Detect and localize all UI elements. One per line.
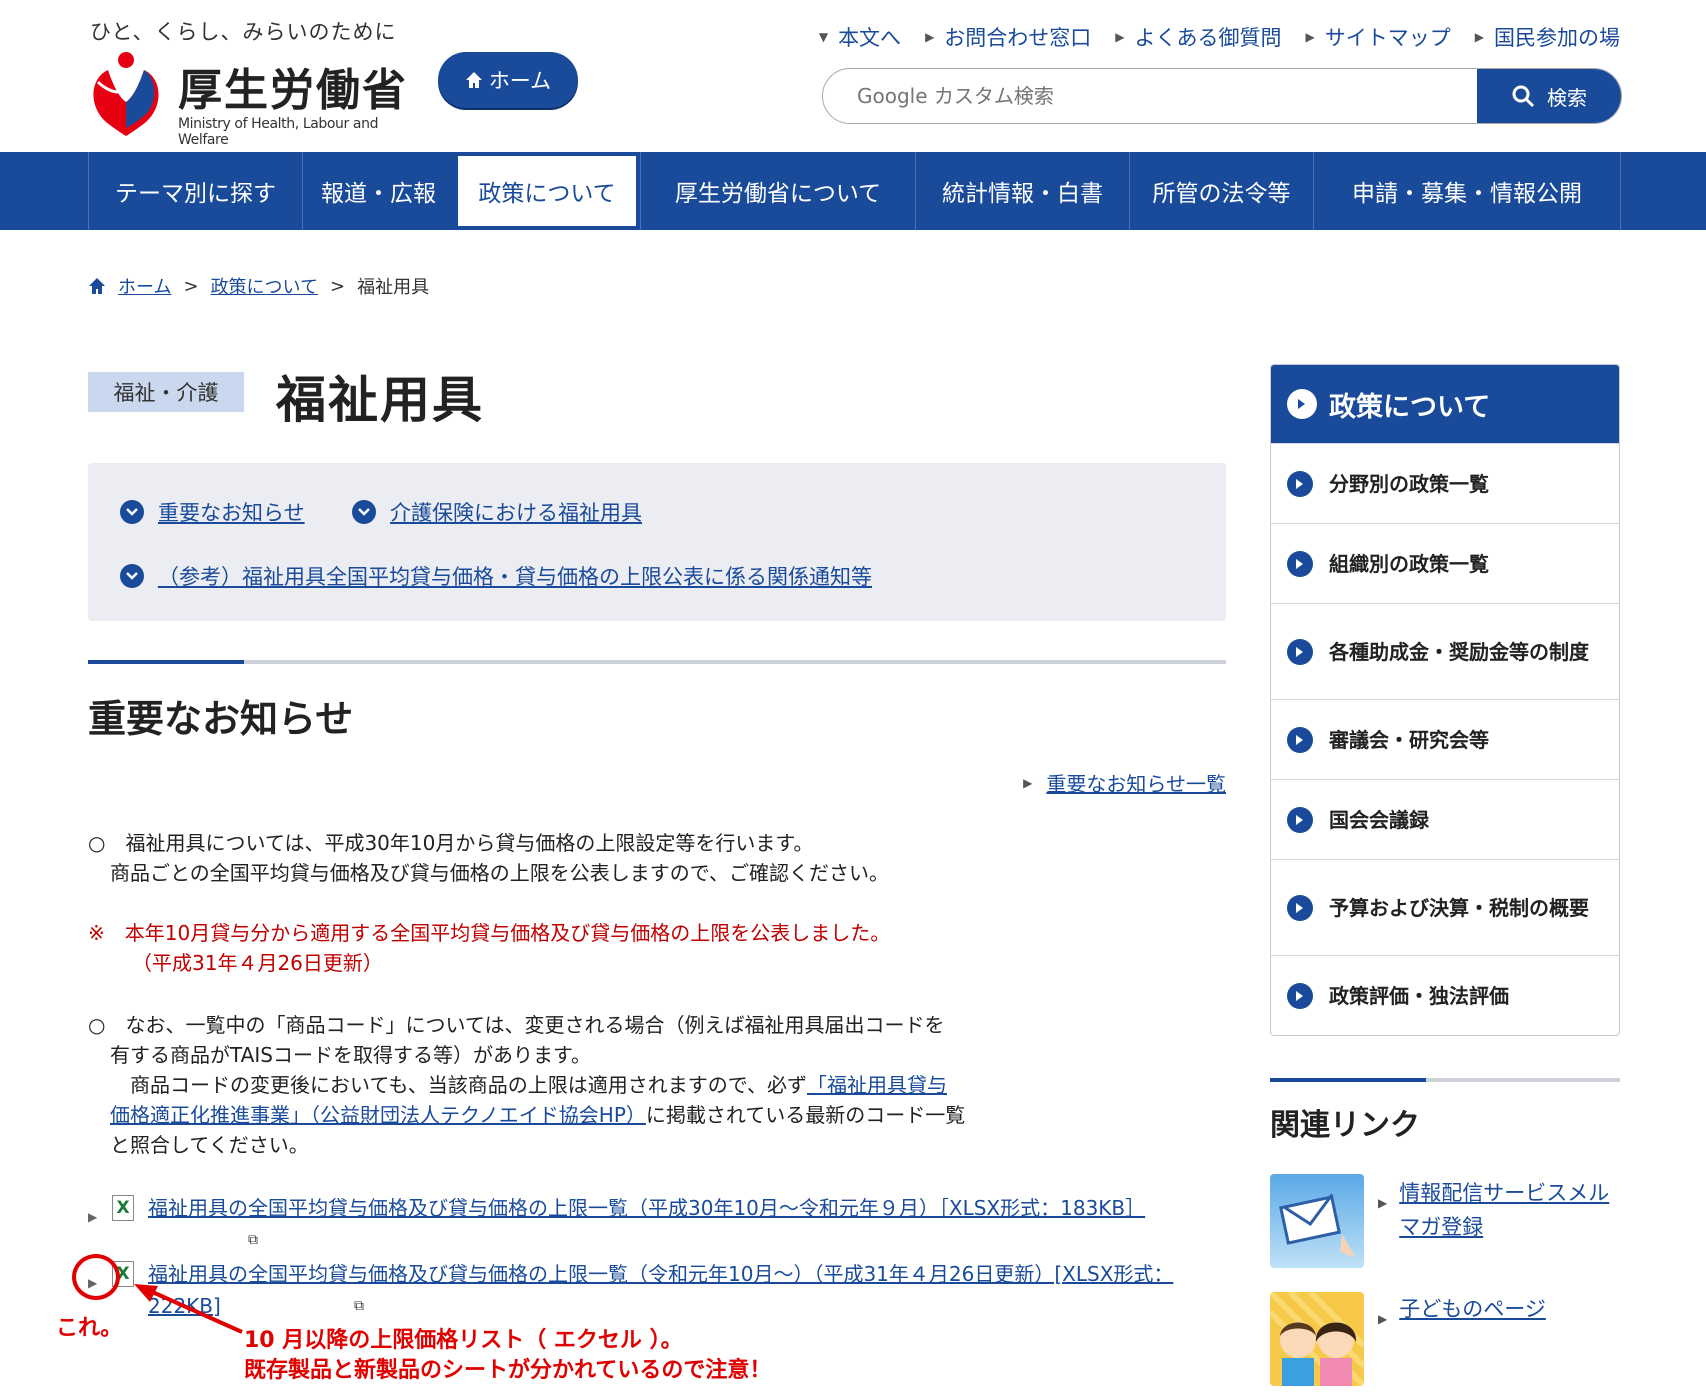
external-window-icon: ⧉ <box>248 1232 258 1248</box>
triangle-right-icon: ▶ <box>1023 775 1033 790</box>
annotation-note-1: 10 月以降の上限価格リスト（ エクセル ）。 <box>244 1328 683 1353</box>
search-input[interactable] <box>823 69 1479 123</box>
nav-item-about[interactable]: 厚生労働省について <box>640 152 915 230</box>
chevron-down-icon <box>120 500 144 524</box>
triangle-right-icon: ▶ <box>1378 1196 1388 1210</box>
chevron-right-icon <box>1287 982 1313 1009</box>
file-link-xlsx-r1[interactable]: ▶ X 福祉用具の全国平均貸与価格及び貸与価格の上限一覧（令和元年10月～）（平… <box>88 1258 1228 1322</box>
annotation-circle <box>72 1254 120 1300</box>
global-nav: テーマ別に探す 報道・広報 政策について 厚生労働省について 統計情報・白書 所… <box>0 152 1706 230</box>
chevron-right-icon <box>1287 470 1313 497</box>
sidebar-policy-menu: 政策について 分野別の政策一覧 組織別の政策一覧 各種助成金・奨励金等の制度 審… <box>1270 364 1620 1036</box>
sidebar-item-budget[interactable]: 予算および決算・税制の概要 <box>1271 859 1619 955</box>
chevron-down-icon <box>120 564 144 588</box>
notice-paragraph-1: ○ 福祉用具については、平成30年10月から貸与価格の上限設定等を行います。 商… <box>88 831 889 885</box>
chevron-down-icon <box>352 500 376 524</box>
technoaid-link[interactable]: 「福祉用具貸与 <box>807 1073 947 1097</box>
notice-list-link[interactable]: ▶ 重要なお知らせ一覧 <box>1023 768 1226 797</box>
home-icon <box>89 278 105 294</box>
nav-item-statistics[interactable]: 統計情報・白書 <box>915 152 1129 230</box>
breadcrumb-home[interactable]: ホーム <box>118 273 171 299</box>
page-title: 福祉用具 <box>276 371 484 429</box>
technoaid-link-cont[interactable]: 価格適正化推進事業」（公益財団法人テクノエイド協会HP） <box>110 1103 646 1127</box>
chevron-right-icon <box>1287 638 1313 665</box>
triangle-right-icon: ▶ <box>1378 1312 1388 1326</box>
logo-text: 厚生労働省 <box>178 65 408 116</box>
breadcrumb-policy[interactable]: 政策について <box>211 273 318 299</box>
related-link-mail-magazine[interactable]: ▶ 情報配信サービスメルマガ登録 <box>1378 1176 1609 1244</box>
ministry-logo-icon <box>93 52 159 136</box>
home-button[interactable]: ホーム <box>438 52 578 108</box>
site-logo[interactable]: 厚生労働省 Ministry of Health, Labour and Wel… <box>86 48 416 148</box>
section-divider <box>88 660 1226 664</box>
triangle-right-icon: ▶ <box>88 1210 98 1224</box>
file-link-xlsx-h30[interactable]: ▶ X 福祉用具の全国平均貸与価格及び貸与価格の上限一覧（平成30年10月～令和… <box>88 1192 1228 1248</box>
sidebar-item-field-policies[interactable]: 分野別の政策一覧 <box>1271 443 1619 523</box>
update-notice: ※ 本年10月貸与分から適用する全国平均貸与価格及び貸与価格の上限を公表しました… <box>88 921 891 975</box>
triangle-down-icon: ▼ <box>818 30 829 44</box>
site-tagline: ひと、くらし、みらいのために <box>90 20 397 44</box>
sidebar-item-org-policies[interactable]: 組織別の政策一覧 <box>1271 523 1619 603</box>
anchor-kaigo-welfare[interactable]: 介護保険における福祉用具 <box>352 497 642 527</box>
related-links-title: 関連リンク <box>1270 1108 1420 1143</box>
nav-item-policy[interactable]: 政策について <box>454 152 640 230</box>
utility-link-sitemap[interactable]: ▶ サイトマップ <box>1306 22 1451 52</box>
home-icon <box>465 72 482 88</box>
utility-link-participation[interactable]: ▶ 国民参加の場 <box>1475 22 1620 52</box>
related-divider <box>1270 1078 1620 1082</box>
nav-item-theme[interactable]: テーマ別に探す <box>88 152 302 230</box>
home-button-label: ホーム <box>488 69 552 93</box>
children-illustration-icon <box>1270 1292 1364 1386</box>
sidebar-item-diet-records[interactable]: 国会会議録 <box>1271 779 1619 859</box>
nav-item-laws[interactable]: 所管の法令等 <box>1129 152 1313 230</box>
utility-link-main[interactable]: ▼ 本文へ <box>819 22 901 52</box>
chevron-right-icon <box>1287 726 1313 753</box>
triangle-right-icon: ▶ <box>1115 30 1125 44</box>
breadcrumb-current: 福祉用具 <box>357 277 430 298</box>
nav-item-press[interactable]: 報道・広報 <box>302 152 454 230</box>
sidebar-item-councils[interactable]: 審議会・研究会等 <box>1271 699 1619 779</box>
anchor-related-notices[interactable]: （参考）福祉用具全国平均貸与価格・貸与価格の上限公表に係る関係通知等 <box>120 561 872 591</box>
kids-page-thumbnail[interactable] <box>1270 1292 1364 1386</box>
triangle-right-icon: ▶ <box>1474 30 1484 44</box>
search-button[interactable]: 検索 <box>1477 69 1621 123</box>
anchor-important-notice[interactable]: 重要なお知らせ <box>120 497 305 527</box>
search-box: 検索 <box>822 68 1622 124</box>
chevron-right-icon <box>1287 389 1317 419</box>
annotation-arrow-icon <box>134 1284 243 1334</box>
envelope-icon <box>1270 1174 1364 1268</box>
in-page-anchor-box: 重要なお知らせ 介護保険における福祉用具 （参考）福祉用具全国平均貸与価格・貸与… <box>88 463 1226 621</box>
triangle-right-icon: ▶ <box>925 30 935 44</box>
excel-icon: X <box>112 1195 134 1221</box>
search-button-label: 検索 <box>1547 85 1587 110</box>
category-badge: 福祉・介護 <box>88 372 244 412</box>
chevron-right-icon <box>1287 550 1313 577</box>
mail-magazine-thumbnail[interactable] <box>1270 1174 1364 1268</box>
external-window-icon: ⧉ <box>354 1298 364 1314</box>
breadcrumb: ホーム > 政策について > 福祉用具 <box>88 273 429 299</box>
chevron-right-icon <box>1287 806 1313 833</box>
sidebar-item-evaluation[interactable]: 政策評価・独法評価 <box>1271 955 1619 1035</box>
search-icon <box>1512 85 1535 108</box>
utility-link-contact[interactable]: ▶ お問合わせ窓口 <box>925 22 1091 52</box>
utility-links: ▼ 本文へ ▶ お問合わせ窓口 ▶ よくある御質問 ▶ サイトマップ ▶ 国民参加の場 <box>819 22 1620 52</box>
notice-paragraph-2: ○ なお、一覧中の「商品コード」については、変更される場合（例えば福祉用具届出コ… <box>88 1013 966 1157</box>
sidebar-item-grants[interactable]: 各種助成金・奨励金等の制度 <box>1271 603 1619 699</box>
related-link-kids-page[interactable]: ▶ 子どものページ <box>1378 1292 1546 1336</box>
triangle-right-icon: ▶ <box>1305 30 1315 44</box>
annotation-note-2: 既存製品と新製品のシートが分かれているので注意！ <box>244 1358 772 1383</box>
chevron-right-icon <box>1287 894 1313 921</box>
section-title: 重要なお知らせ <box>88 697 354 741</box>
logo-english: Ministry of Health, Labour and Welfare <box>178 116 379 148</box>
utility-link-faq[interactable]: ▶ よくある御質問 <box>1115 22 1281 52</box>
annotation-kore: これ。 <box>56 1316 123 1341</box>
nav-item-applications[interactable]: 申請・募集・情報公開 <box>1313 152 1621 230</box>
sidebar-title[interactable]: 政策について <box>1271 365 1619 443</box>
